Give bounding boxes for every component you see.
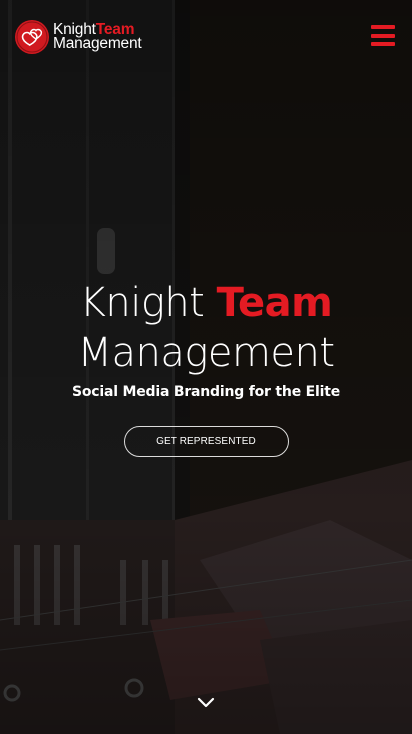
hero-title-word-team: Team bbox=[216, 280, 333, 326]
menu-bar-top bbox=[371, 25, 395, 29]
chevron-down-icon[interactable] bbox=[197, 697, 215, 709]
get-represented-button[interactable]: GET REPRESENTED bbox=[123, 426, 289, 457]
brand-logo[interactable]: KnightTeam Management bbox=[14, 19, 142, 55]
hero-title-line-2: Management bbox=[77, 330, 335, 376]
menu-bar-bottom bbox=[371, 42, 395, 46]
hero-title: Knight Team Management bbox=[0, 278, 412, 378]
hero-title-line-1: Knight Team bbox=[0, 278, 412, 328]
logo-word-management: Management bbox=[53, 35, 142, 52]
hero-section: Knight Team Management Social Media Bran… bbox=[0, 278, 412, 457]
hamburger-menu-icon[interactable] bbox=[371, 25, 395, 46]
site-header: KnightTeam Management bbox=[0, 0, 412, 70]
menu-bar-middle bbox=[371, 33, 395, 38]
logo-wordmark: KnightTeam Management bbox=[53, 22, 142, 52]
heart-logo-icon bbox=[15, 20, 49, 54]
home-page: KnightTeam Management Knight Team Manage… bbox=[0, 0, 412, 734]
hero-subtitle: Social Media Branding for the Elite bbox=[71, 384, 341, 400]
hero-title-word-knight: Knight bbox=[79, 280, 205, 326]
